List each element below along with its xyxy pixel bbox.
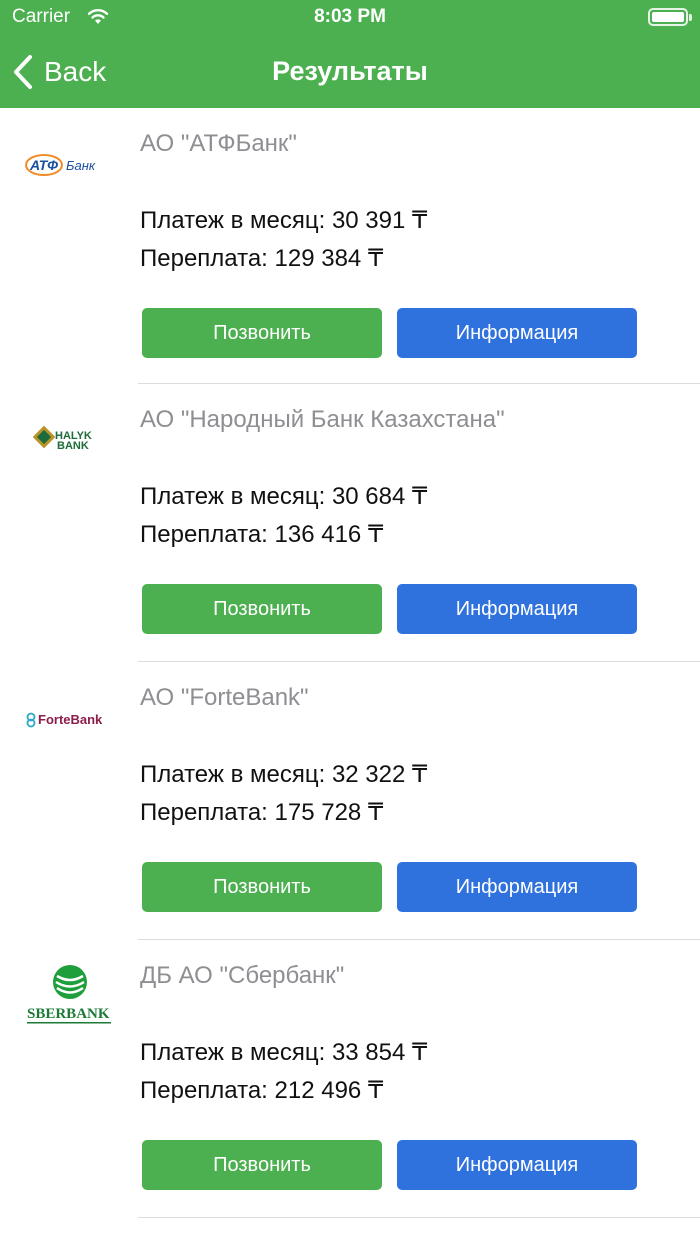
svg-text:BANK: BANK [57,440,89,452]
svg-text:SBERBANK: SBERBANK [27,1006,110,1022]
svg-text:Банк: Банк [66,158,96,173]
bank-name: АО "АТФБанк" [140,130,297,157]
bank-name: АО "Народный Банк Казахстана" [140,406,505,433]
monthly-payment: Платеж в месяц: 30 684 ₸ [140,483,428,510]
call-button[interactable]: Позвонить [142,584,382,634]
atf-bank-logo: АТФ Банк [24,140,116,190]
list-item: SBERBANK ДБ АО "Сбербанк" Платеж в месяц… [0,940,700,1218]
info-button[interactable]: Информация [397,584,637,634]
status-time: 8:03 PM [314,6,386,27]
overpayment: Переплата: 129 384 ₸ [140,245,384,272]
info-button[interactable]: Информация [397,862,637,912]
svg-text:АТФ: АТФ [29,157,58,173]
bank-name: АО "ForteBank" [140,684,309,711]
overpayment: Переплата: 212 496 ₸ [140,1077,384,1104]
call-button[interactable]: Позвонить [142,308,382,358]
list-item: ForteBank АО "ForteBank" Платеж в месяц:… [0,662,700,940]
call-button[interactable]: Позвонить [142,862,382,912]
info-button[interactable]: Информация [397,1140,637,1190]
halyk-bank-logo: HALYK BANK [24,416,116,466]
info-button[interactable]: Информация [397,308,637,358]
overpayment: Переплата: 136 416 ₸ [140,521,384,548]
row-separator [138,1217,700,1218]
page-title: Результаты [272,56,428,86]
status-bar: Carrier 8:03 PM [0,0,700,36]
app-header: Carrier 8:03 PM Back Результаты [0,0,700,108]
navigation-bar: Back Результаты [0,36,700,108]
svg-text:ForteBank: ForteBank [38,712,103,727]
fortebank-logo: ForteBank [24,694,116,744]
monthly-payment: Платеж в месяц: 33 854 ₸ [140,1039,428,1066]
list-item: HALYK BANK АО "Народный Банк Казахстана"… [0,384,700,662]
bank-name: ДБ АО "Сбербанк" [140,962,345,989]
sberbank-logo: SBERBANK [24,965,116,1024]
overpayment: Переплата: 175 728 ₸ [140,799,384,826]
bank-results-list: АТФ Банк АО "АТФБанк" Платеж в месяц: 30… [0,108,700,1218]
monthly-payment: Платеж в месяц: 30 391 ₸ [140,207,428,234]
call-button[interactable]: Позвонить [142,1140,382,1190]
list-item: АТФ Банк АО "АТФБанк" Платеж в месяц: 30… [0,108,700,384]
monthly-payment: Платеж в месяц: 32 322 ₸ [140,761,428,788]
battery-icon [648,8,692,26]
